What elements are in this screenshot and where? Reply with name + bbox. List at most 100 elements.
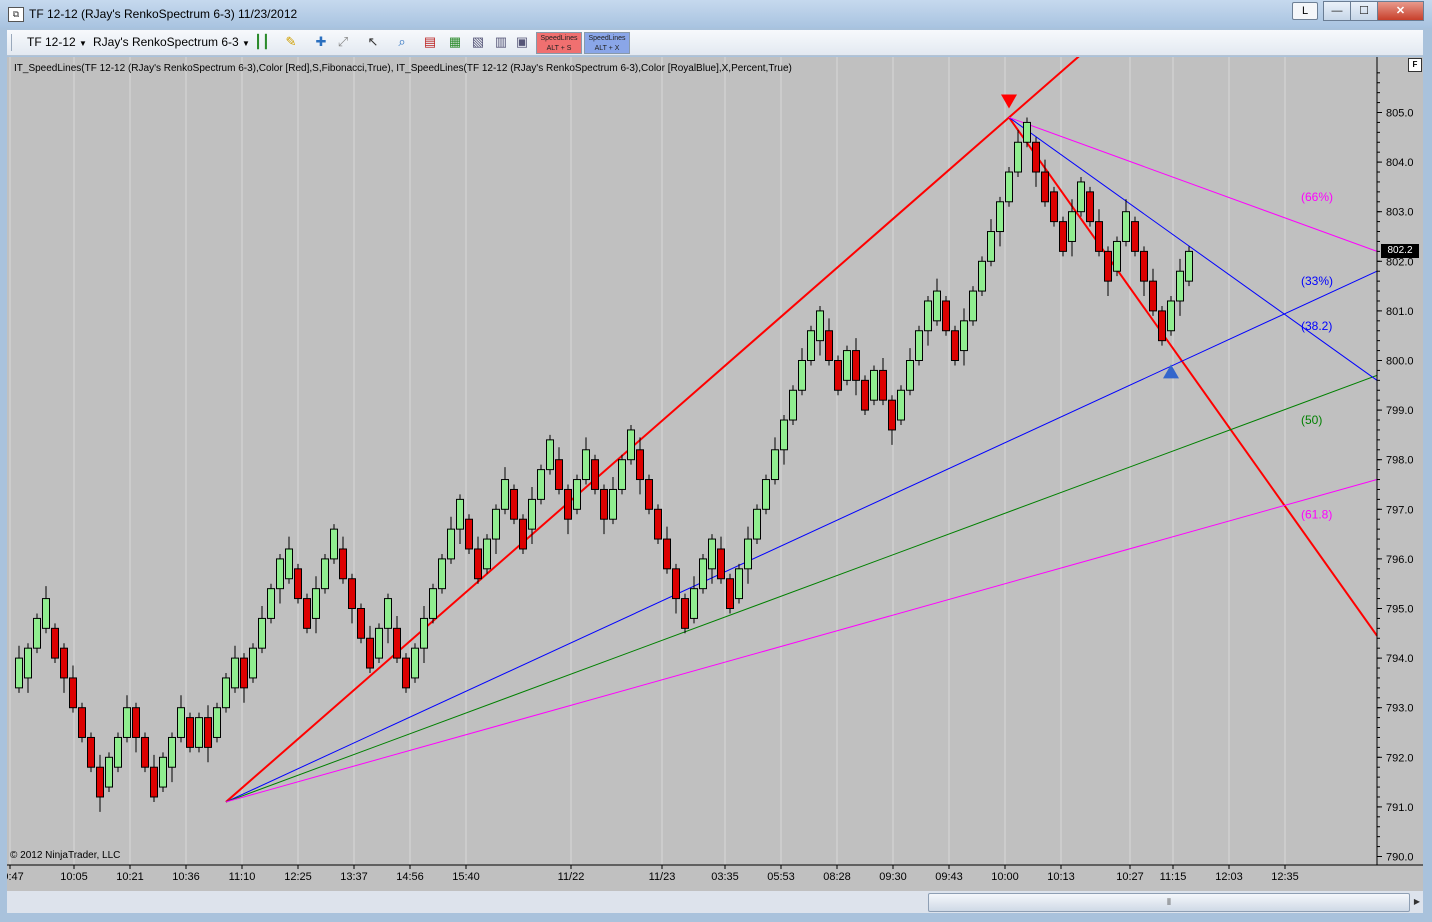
up-brick	[330, 528, 338, 560]
pointer-icon[interactable]: ↖	[365, 34, 381, 50]
up-brick	[222, 677, 230, 709]
x-tick-label: 11/23	[649, 871, 676, 883]
properties-icon[interactable]: ▣	[514, 34, 530, 50]
up-brick	[915, 330, 923, 361]
up-brick	[384, 598, 392, 629]
instrument-selector[interactable]: TF 12-12 ▼	[27, 35, 87, 49]
crosshair-tool-icon[interactable]: ✚	[313, 34, 329, 50]
green-speedline-50	[225, 374, 1378, 803]
down-brick	[1032, 141, 1040, 173]
y-tick-label: 796.0	[1386, 554, 1414, 566]
x-tick-label: 15:40	[452, 871, 480, 883]
price-chart[interactable]: (66%) (33%) (38.2) (50) (61.8) 805.0 804.0 803…	[0, 0, 1423, 891]
chart-toolbar: TF 12-12 ▼ RJay's RenkoSpectrum 6-3 ▼ ┃┃…	[7, 30, 1423, 56]
down-brick	[1041, 171, 1049, 203]
down-brick	[393, 627, 401, 659]
up-brick	[159, 756, 167, 788]
y-tick-label: 797.0	[1386, 504, 1414, 516]
up-brick	[699, 558, 707, 590]
up-brick	[429, 588, 437, 619]
up-brick	[780, 419, 788, 451]
up-brick	[1176, 270, 1184, 302]
scroll-right-arrow-icon[interactable]: ▶	[1411, 893, 1423, 911]
up-brick	[897, 389, 905, 421]
up-brick	[420, 617, 428, 649]
down-brick	[600, 488, 608, 520]
down-brick	[681, 598, 689, 629]
window-titlebar[interactable]: ⧉ TF 12-12 (RJay's RenkoSpectrum 6-3) 11…	[0, 0, 1432, 28]
up-brick	[708, 538, 716, 570]
data-box-icon[interactable]: ▥	[493, 34, 509, 50]
up-brick	[231, 657, 239, 689]
link-button[interactable]: L	[1292, 2, 1318, 20]
down-brick	[402, 657, 410, 689]
down-brick	[1158, 310, 1166, 342]
up-brick	[1014, 141, 1022, 173]
down-brick	[555, 459, 563, 490]
up-brick	[456, 498, 464, 530]
up-brick	[42, 598, 50, 629]
close-button[interactable]: ✕	[1377, 1, 1424, 21]
down-brick	[726, 578, 734, 609]
y-tick-label: 802.0	[1386, 256, 1414, 268]
speedlines-s-shortcut: ALT + S	[546, 45, 572, 52]
chart-type-label: RJay's RenkoSpectrum 6-3	[93, 35, 239, 49]
magenta-66-label: (66%)	[1301, 190, 1333, 204]
toolbar-grip	[11, 34, 12, 51]
blue-38.2-label: (38.2)	[1301, 319, 1332, 333]
up-brick	[978, 260, 986, 292]
down-brick	[87, 736, 95, 768]
maximize-button[interactable]: ☐	[1350, 1, 1378, 21]
x-tick-label: 09:43	[935, 871, 963, 883]
down-brick	[1050, 191, 1058, 223]
renko-bars	[15, 117, 1193, 812]
down-brick	[834, 360, 842, 391]
chart-type-selector[interactable]: RJay's RenkoSpectrum 6-3 ▼	[93, 35, 250, 49]
horizontal-scrollbar[interactable]: ⦀ ▶	[7, 891, 1423, 913]
up-brick	[771, 449, 779, 481]
down-brick	[186, 717, 194, 748]
down-brick	[861, 379, 869, 411]
up-brick	[933, 290, 941, 322]
pencil-icon[interactable]: ✎	[283, 34, 299, 50]
down-brick	[636, 449, 644, 481]
down-brick	[564, 488, 572, 520]
speedlines-x-button[interactable]: SpeedLines ALT + X	[584, 32, 630, 54]
down-brick	[1104, 250, 1112, 282]
orders-icon[interactable]: ▤	[422, 34, 438, 50]
strategies-icon[interactable]: ▧	[470, 34, 486, 50]
zoom-icon[interactable]: ⌕	[394, 34, 410, 50]
panel-f-button[interactable]: F	[1408, 58, 1422, 72]
copyright-text: © 2012 NinjaTrader, LLC	[10, 850, 121, 861]
bar-style-icon[interactable]: ┃┃	[254, 34, 270, 50]
up-brick	[618, 459, 626, 490]
down-brick	[69, 677, 77, 709]
speedlines-s-button[interactable]: SpeedLines ALT + S	[536, 32, 582, 54]
up-brick	[1122, 211, 1130, 242]
down-brick	[1149, 280, 1157, 312]
indicators-icon[interactable]: ▦	[447, 34, 463, 50]
up-brick	[267, 588, 275, 619]
magenta-61.8-label: (61.8)	[1301, 507, 1332, 521]
y-tick-label: 800.0	[1386, 356, 1414, 368]
x-tick-label: 10:13	[1047, 871, 1075, 883]
y-tick-label: 805.0	[1386, 108, 1414, 120]
chart-panel[interactable]: (66%) (33%) (38.2) (50) (61.8) 805.0 804.0 803…	[0, 0, 1423, 891]
y-tick-label: 801.0	[1386, 306, 1414, 318]
up-brick	[528, 498, 536, 530]
scroll-thumb[interactable]: ⦀	[928, 893, 1410, 912]
x-tick-label: 13:37	[340, 871, 368, 883]
up-brick	[627, 429, 635, 461]
down-brick	[1131, 221, 1139, 252]
up-brick	[33, 617, 41, 649]
down-brick	[150, 766, 158, 798]
down-brick	[654, 508, 662, 540]
chevron-down-icon: ▼	[79, 39, 87, 48]
y-tick-label: 793.0	[1386, 703, 1414, 715]
up-brick	[312, 588, 320, 619]
up-brick	[744, 538, 752, 570]
minimize-button[interactable]: —	[1323, 1, 1351, 21]
connect-icon[interactable]: ⤢	[335, 34, 351, 50]
down-brick	[1059, 221, 1067, 252]
y-tick-label: 795.0	[1386, 604, 1414, 616]
